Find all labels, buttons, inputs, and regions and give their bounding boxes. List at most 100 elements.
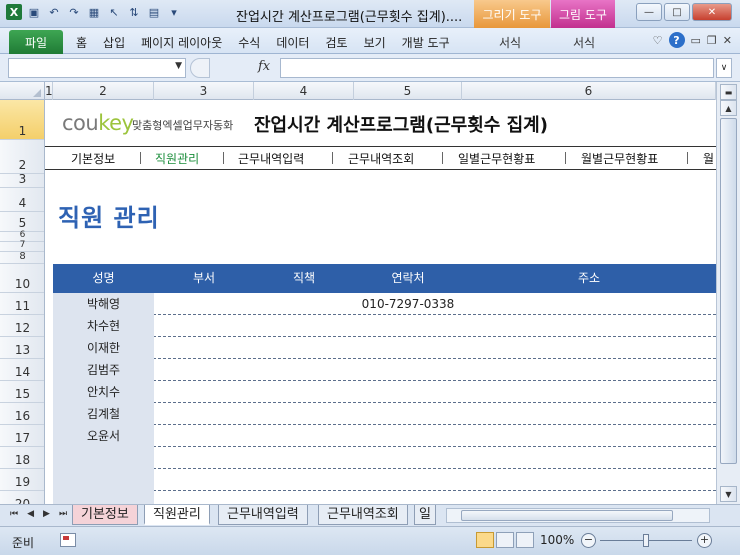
prev-sheet-icon[interactable]: ◀ [27,509,34,519]
tab-picture-format[interactable]: 서식 [573,34,595,51]
sheet-tab-basic-info[interactable]: 기본정보 [72,505,138,525]
table-row[interactable]: 이재한 [53,337,716,359]
table-row[interactable]: 박해영 010-7297-0338 [53,293,716,315]
row-header[interactable]: 13 [0,337,44,359]
name-box[interactable]: ▼ [8,58,186,78]
zoom-level[interactable]: 100% [540,533,574,547]
undo-icon[interactable]: ↶ [46,4,62,20]
row-header[interactable]: 18 [0,447,44,469]
nav-work-entry[interactable]: 근무내역입력 [238,150,304,167]
form-icon[interactable]: ▤ [146,4,162,20]
employee-phone-cell[interactable] [354,403,462,425]
tab-view[interactable]: 보기 [364,34,386,51]
employee-phone-cell[interactable] [354,337,462,359]
column-header[interactable]: 6 [462,82,716,100]
row-header[interactable]: 5 [0,212,44,232]
nav-more[interactable]: 월 [703,150,714,167]
row-header[interactable]: 12 [0,315,44,337]
tab-formulas[interactable]: 수식 [238,34,260,51]
workbook-close-icon[interactable]: ✕ [723,34,732,47]
last-sheet-icon[interactable]: ⏭ [59,509,67,519]
workbook-minimize-icon[interactable]: ▭ [691,34,701,47]
row-header[interactable]: 15 [0,381,44,403]
horizontal-scrollbar[interactable] [446,508,710,523]
tab-developer[interactable]: 개발 도구 [402,34,450,51]
first-sheet-icon[interactable]: ⏮ [10,509,18,519]
zoom-in-icon[interactable]: + [697,533,712,548]
table-row[interactable]: 김계철 [53,403,716,425]
employee-name-cell[interactable] [53,491,154,504]
macro-record-icon[interactable] [60,533,76,547]
employee-phone-cell[interactable]: 010-7297-0338 [354,293,462,315]
table-row[interactable]: 오윤서 [53,425,716,447]
row-header[interactable]: 14 [0,359,44,381]
row-header[interactable]: 19 [0,469,44,491]
worksheet[interactable]: coukey 맞춤형엑셀업무자동화 잔업시간 계산프로그램(근무횟수 집계) 기… [45,100,716,504]
tab-file[interactable]: 파일 [9,30,63,54]
split-handle-icon[interactable]: ▬ [720,84,737,100]
table-row[interactable] [53,447,716,469]
close-icon[interactable]: ✕ [692,3,732,21]
scroll-up-icon[interactable]: ▲ [720,100,737,116]
chevron-down-icon[interactable]: ▼ [175,61,182,71]
workbook-restore-icon[interactable]: ❐ [707,34,717,47]
tab-review[interactable]: 검토 [325,34,347,51]
table-icon[interactable]: ▦ [86,4,102,20]
row-header[interactable]: 10 [0,264,44,293]
nav-basic-info[interactable]: 기본정보 [71,150,115,167]
employee-phone-cell[interactable] [354,315,462,337]
restore-icon[interactable]: □ [664,3,690,21]
employee-name-cell[interactable]: 이재한 [53,337,154,359]
expand-formula-icon[interactable]: ∨ [716,58,732,78]
row-header[interactable]: 17 [0,425,44,447]
help-icon[interactable]: ? [668,32,685,48]
employee-name-cell[interactable]: 박해영 [53,293,154,315]
employee-name-cell[interactable] [53,447,154,469]
insert-function-icon[interactable]: fx [258,59,270,74]
next-sheet-icon[interactable]: ▶ [43,509,50,519]
tab-home[interactable]: 홈 [76,34,87,51]
row-header[interactable]: 2 [0,140,44,174]
tab-page-layout[interactable]: 페이지 레이아웃 [141,34,222,51]
table-row[interactable] [53,469,716,491]
save-icon[interactable]: ▣ [26,4,42,20]
vertical-scroll-thumb[interactable] [720,118,737,464]
column-header[interactable]: 4 [254,82,354,100]
sheet-tab-work-lookup[interactable]: 근무내역조회 [318,505,408,525]
sort-icon[interactable]: ⇅ [126,4,142,20]
chevron-up-icon[interactable]: ♡ [653,34,663,47]
column-header[interactable]: 2 [53,82,154,100]
formula-input[interactable] [280,58,714,78]
employee-name-cell[interactable]: 안치수 [53,381,154,403]
employee-name-cell[interactable] [53,469,154,491]
nav-monthly-status[interactable]: 월별근무현황표 [581,150,658,167]
horizontal-scroll-thumb[interactable] [461,510,673,521]
column-header[interactable]: 5 [354,82,462,100]
row-header[interactable]: 8 [0,251,44,264]
sheet-tab-work-entry[interactable]: 근무내역입력 [218,505,308,525]
normal-view-icon[interactable] [476,532,494,548]
row-header[interactable]: 16 [0,403,44,425]
nav-work-lookup[interactable]: 근무내역조회 [348,150,414,167]
employee-phone-cell[interactable] [354,381,462,403]
table-row[interactable]: 안치수 [53,381,716,403]
table-row[interactable] [53,491,716,504]
row-header[interactable]: 20 [0,491,44,504]
employee-phone-cell[interactable] [354,359,462,381]
sheet-tab-daily[interactable]: 일 [414,505,436,525]
customize-qat-icon[interactable]: ▾ [166,4,182,20]
minimize-icon[interactable]: — [636,3,662,21]
row-header[interactable]: 1 [0,100,44,140]
employee-phone-cell[interactable] [354,425,462,447]
row-header[interactable]: 11 [0,293,44,315]
employee-name-cell[interactable]: 김계철 [53,403,154,425]
nav-employee-management[interactable]: 직원관리 [155,150,199,167]
nav-daily-status[interactable]: 일별근무현황표 [458,150,535,167]
tab-drawing-format[interactable]: 서식 [499,34,521,51]
row-header[interactable]: 3 [0,172,44,188]
row-header[interactable]: 4 [0,188,44,212]
employee-name-cell[interactable]: 오윤서 [53,425,154,447]
scroll-down-icon[interactable]: ▼ [720,486,737,502]
sheet-tab-employee-management[interactable]: 직원관리 [144,505,210,525]
table-row[interactable]: 김범주 [53,359,716,381]
